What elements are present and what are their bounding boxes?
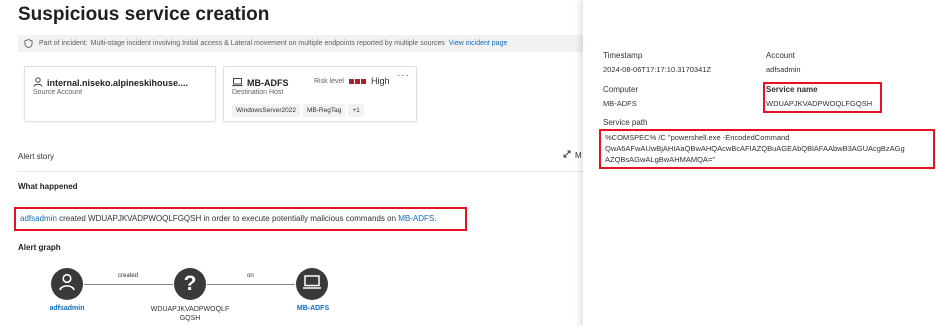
destination-host-card[interactable]: MB-ADFS Risk level High ··· Destination … xyxy=(223,66,417,122)
computer-value: MB-ADFS xyxy=(603,99,637,108)
graph-edge-label: created xyxy=(116,273,141,279)
graph-node-host[interactable] xyxy=(296,268,328,300)
graph-node-label-line: WDUAPJKVADPWOQLF xyxy=(150,306,230,313)
incident-banner: Part of incident: Multi-stage incident i… xyxy=(18,35,590,52)
person-icon xyxy=(57,272,77,297)
laptop-icon xyxy=(302,273,322,296)
sentence-end: . xyxy=(434,214,437,223)
graph-node-label[interactable]: MB-ADFS xyxy=(283,305,343,312)
expand-icon xyxy=(563,150,575,160)
graph-node-user[interactable] xyxy=(51,268,83,300)
expand-button[interactable]: M xyxy=(563,150,582,160)
what-happened-heading: What happened xyxy=(18,182,78,191)
incident-label: Part of incident: xyxy=(39,40,88,47)
divider xyxy=(18,171,590,172)
page-title: Suspicious service creation xyxy=(18,4,270,25)
service-path-highlight: %COMSPEC% /C "powershell.exe -EncodedCom… xyxy=(599,129,935,169)
sentence-text: created WDUAPJKVADPWOQLFGQSH in order to… xyxy=(56,214,399,223)
source-account-card[interactable]: internal.niseko.alpineskihouse.... Sourc… xyxy=(24,66,216,122)
computer-label: Computer xyxy=(603,85,639,94)
destination-host-name: MB-ADFS xyxy=(247,78,289,88)
account-label: Account xyxy=(766,51,795,60)
graph-node-label: WDUAPJKVADPWOQLF GQSH xyxy=(140,305,240,323)
risk-bar xyxy=(354,78,360,84)
source-account-subtitle: Source Account xyxy=(33,89,83,96)
graph-node-service[interactable]: ? xyxy=(174,268,206,300)
shield-icon xyxy=(24,39,33,48)
risk-level-value: High xyxy=(370,76,390,86)
source-account-name: internal.niseko.alpineskihouse.... xyxy=(47,78,189,88)
actor-link[interactable]: adfsadmin xyxy=(20,214,57,223)
destination-host-subtitle: Destination Host xyxy=(232,89,284,96)
account-value: adfsadmin xyxy=(766,65,801,74)
timestamp-value: 2024-08-06T17:17:10.3170341Z xyxy=(603,65,712,74)
service-path-line: AZQBsAGwALgBwAHMAMQA=" xyxy=(605,155,715,164)
risk-level: Risk level High xyxy=(314,76,389,86)
graph-node-label-line: GQSH xyxy=(179,315,201,322)
view-incident-link[interactable]: View incident page xyxy=(449,40,508,47)
incident-description: Multi-stage incident involving Initial a… xyxy=(90,40,445,47)
risk-bar xyxy=(348,78,354,84)
graph-node-label[interactable]: adfsadmin xyxy=(37,305,97,312)
more-options-button[interactable]: ··· xyxy=(397,70,410,81)
service-path-line: QwA6AFwAUwBjAHIAaQBwAHQAcwBcAFIAZQBuAGEA… xyxy=(605,144,905,153)
service-name-label: Service name xyxy=(766,85,818,94)
alert-story-heading: Alert story xyxy=(18,152,55,161)
question-icon: ? xyxy=(183,272,197,295)
service-path-label: Service path xyxy=(603,118,648,127)
graph-edge-label: on xyxy=(245,273,256,279)
graph-edge xyxy=(207,284,295,285)
risk-bar xyxy=(360,78,366,84)
device-tag-more[interactable]: +1 xyxy=(348,104,364,117)
details-panel: Timestamp 2024-08-06T17:17:10.3170341Z A… xyxy=(583,0,936,326)
target-link[interactable]: MB-ADFS xyxy=(398,214,434,223)
timestamp-label: Timestamp xyxy=(603,51,643,60)
device-tag[interactable]: MB-RegTag xyxy=(302,104,346,117)
what-happened-sentence: adfsadmin created WDUAPJKVADPWOQLFGQSH i… xyxy=(14,207,467,231)
alert-page: Suspicious service creation Part of inci… xyxy=(0,0,590,326)
service-name-value: WDUAPJKVADPWOQLFGQSH xyxy=(766,99,873,108)
device-tag[interactable]: WindowsServer2022 xyxy=(232,104,300,117)
device-tags: WindowsServer2022 MB-RegTag +1 xyxy=(232,104,364,117)
risk-level-label: Risk level xyxy=(314,77,344,85)
graph-edge xyxy=(84,284,173,285)
expand-label: M xyxy=(575,150,582,160)
alert-graph-heading: Alert graph xyxy=(18,243,61,252)
service-path-line: %COMSPEC% /C "powershell.exe -EncodedCom… xyxy=(605,133,790,142)
